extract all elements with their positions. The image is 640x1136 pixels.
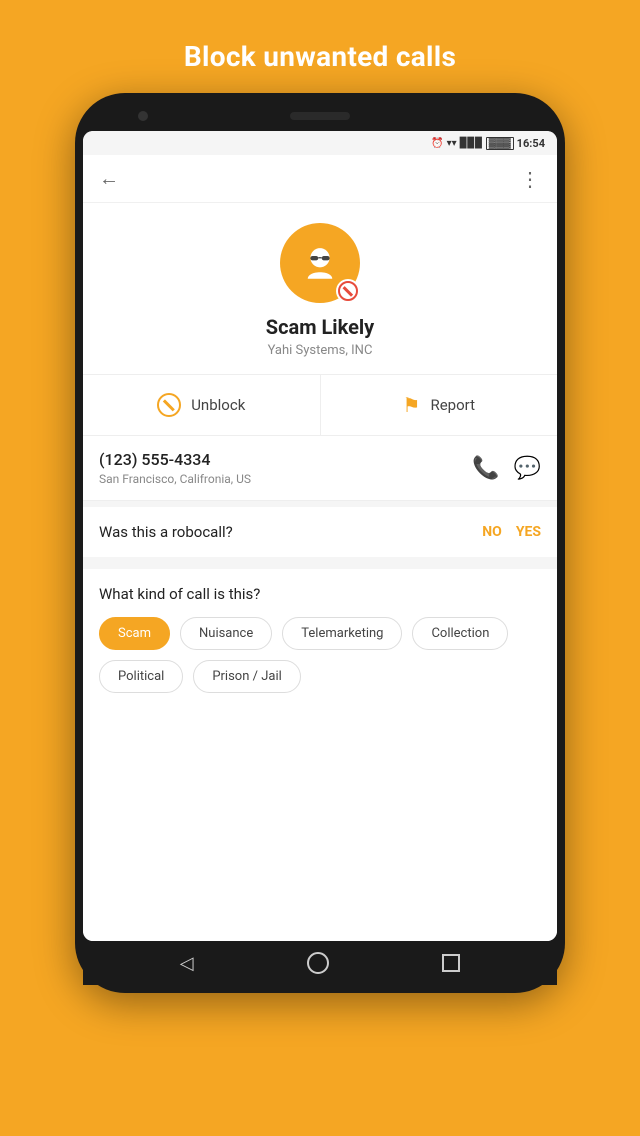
alarm-icon: ⏰ bbox=[431, 138, 443, 149]
contact-company: Yahi Systems, INC bbox=[268, 343, 373, 358]
call-type-chip-scam[interactable]: Scam bbox=[99, 617, 170, 650]
phone-device: ⏰ ▾▾ ▉▉▉ ▓▓▓ 16:54 ← ⋮ bbox=[75, 93, 565, 993]
call-type-chip-collection[interactable]: Collection bbox=[412, 617, 508, 650]
robocall-row: Was this a robocall? NO YES bbox=[99, 523, 541, 541]
report-label: Report bbox=[430, 396, 475, 414]
call-type-chip-nuisance[interactable]: Nuisance bbox=[180, 617, 272, 650]
status-time: 16:54 bbox=[517, 137, 545, 150]
phone-info-section: (123) 555-4334 San Francisco, Califronia… bbox=[83, 436, 557, 501]
unblock-label: Unblock bbox=[191, 396, 245, 414]
call-type-chip-telemarketing[interactable]: Telemarketing bbox=[282, 617, 402, 650]
report-button[interactable]: ⚑ Report bbox=[321, 375, 558, 435]
message-icon[interactable]: 💬 bbox=[514, 456, 541, 481]
flag-icon: ⚑ bbox=[403, 393, 421, 417]
blocked-circle-icon bbox=[338, 281, 358, 301]
call-type-chip-political[interactable]: Political bbox=[99, 660, 183, 693]
nav-home-icon[interactable] bbox=[307, 952, 329, 974]
avatar-container bbox=[280, 223, 360, 303]
blocked-line-icon bbox=[343, 286, 353, 296]
robocall-no-button[interactable]: NO bbox=[482, 524, 502, 540]
robocall-yes-button[interactable]: YES bbox=[516, 524, 541, 540]
call-icon[interactable]: 📞 bbox=[472, 456, 499, 481]
robocall-question: Was this a robocall? bbox=[99, 523, 233, 541]
back-button[interactable]: ← bbox=[99, 166, 119, 191]
unblock-icon bbox=[157, 393, 181, 417]
phone-screen: ⏰ ▾▾ ▉▉▉ ▓▓▓ 16:54 ← ⋮ bbox=[83, 131, 557, 941]
wifi-icon: ▾▾ bbox=[447, 138, 457, 149]
signal-icon: ▉▉▉ bbox=[460, 138, 483, 149]
phone-details: (123) 555-4334 San Francisco, Califronia… bbox=[99, 450, 472, 486]
nav-recent-icon[interactable] bbox=[442, 954, 460, 972]
phone-number: (123) 555-4334 bbox=[99, 450, 472, 469]
profile-section: Scam Likely Yahi Systems, INC bbox=[83, 203, 557, 374]
phone-location: San Francisco, Califronia, US bbox=[99, 472, 472, 486]
action-buttons-row: Unblock ⚑ Report bbox=[83, 374, 557, 436]
call-type-grid: Scam Nuisance Telemarketing Collection Polit… bbox=[99, 617, 541, 693]
phone-action-icons: 📞 💬 bbox=[472, 456, 541, 481]
unblock-button[interactable]: Unblock bbox=[83, 375, 321, 435]
call-type-section: What kind of call is this? Scam Nuisance T… bbox=[83, 569, 557, 941]
app-bar: ← ⋮ bbox=[83, 155, 557, 203]
phone-info-row: (123) 555-4334 San Francisco, Califronia… bbox=[99, 450, 541, 486]
call-type-title: What kind of call is this? bbox=[99, 585, 541, 603]
status-bar: ⏰ ▾▾ ▉▉▉ ▓▓▓ 16:54 bbox=[83, 131, 557, 155]
battery-icon: ▓▓▓ bbox=[486, 137, 514, 150]
more-menu-button[interactable]: ⋮ bbox=[520, 167, 541, 191]
phone-camera bbox=[138, 111, 148, 121]
status-icons: ⏰ ▾▾ ▉▉▉ ▓▓▓ 16:54 bbox=[431, 137, 545, 150]
contact-name: Scam Likely bbox=[266, 315, 375, 339]
robocall-section: Was this a robocall? NO YES bbox=[83, 507, 557, 563]
avatar-icon bbox=[299, 242, 341, 284]
page-header: Block unwanted calls bbox=[184, 40, 456, 73]
call-type-chip-prison--jail[interactable]: Prison / Jail bbox=[193, 660, 300, 693]
robocall-answers: NO YES bbox=[482, 524, 541, 540]
blocked-badge bbox=[336, 279, 360, 303]
nav-back-icon[interactable]: ◁ bbox=[180, 953, 194, 974]
nav-bar: ◁ bbox=[83, 941, 557, 985]
phone-speaker bbox=[290, 112, 350, 120]
phone-notch bbox=[83, 101, 557, 131]
